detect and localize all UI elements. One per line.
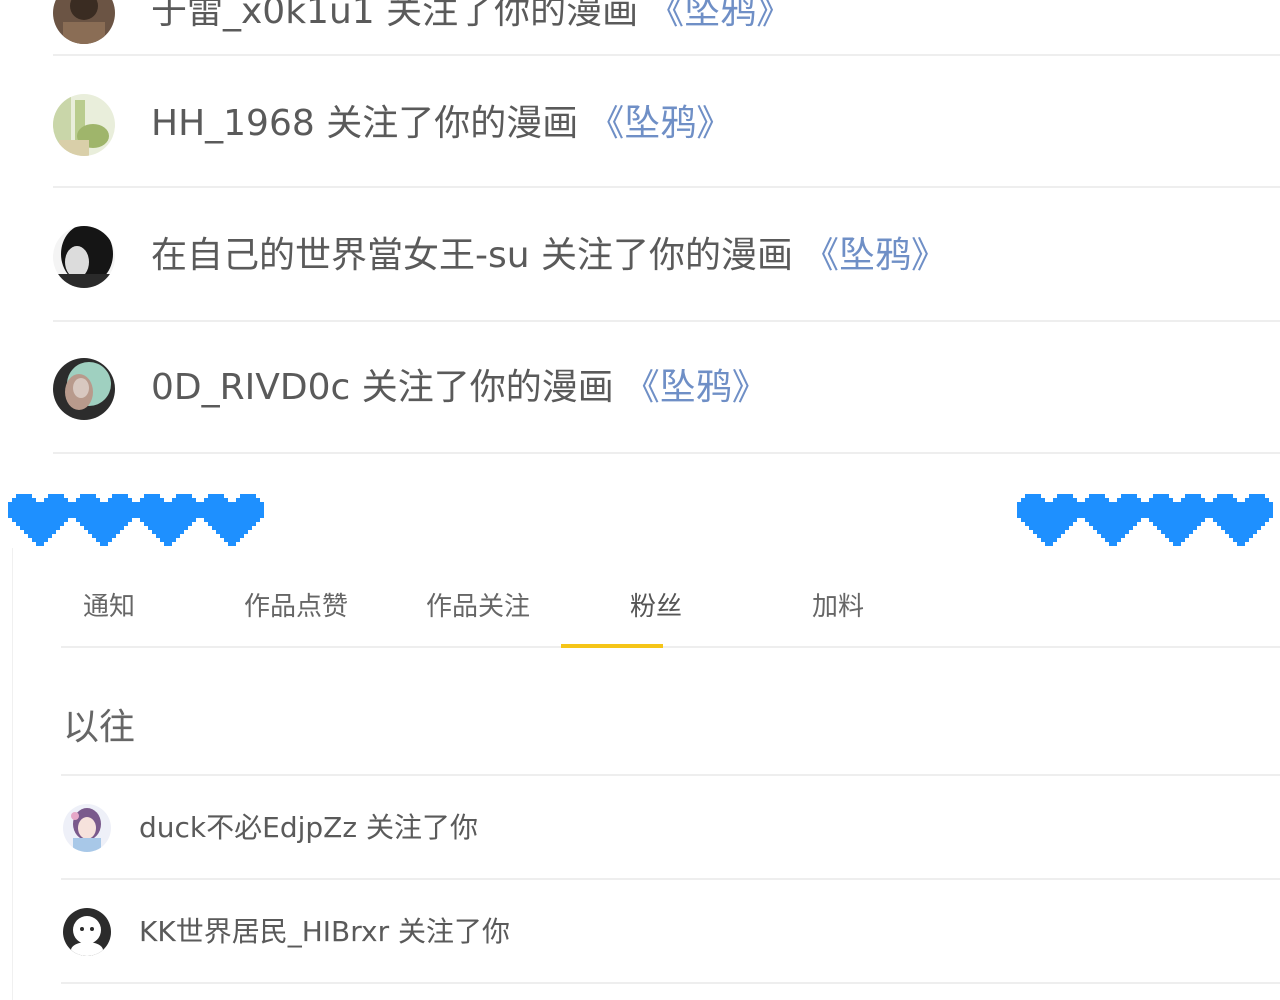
pixel-heart-icon bbox=[72, 494, 136, 546]
notification-text: 0D_RIVD0c 关注了你的漫画 《坠鸦》 bbox=[151, 368, 768, 408]
avatar[interactable] bbox=[53, 358, 115, 420]
action-text: 关注了你的漫画 bbox=[541, 235, 794, 276]
action-text: 关注了你的漫画 bbox=[386, 0, 639, 32]
list-item[interactable]: duck不必EdjpZz 关注了你 bbox=[61, 776, 1280, 880]
username[interactable]: 在自己的世界當女王-su bbox=[151, 235, 530, 276]
avatar[interactable] bbox=[53, 0, 115, 44]
avatar[interactable] bbox=[53, 94, 115, 156]
comic-follow-list: 于雷_x0k1u1 关注了你的漫画 《坠鸦》 HH_1968 关注了你的漫画 《坠鸦… bbox=[0, 0, 1280, 460]
comic-title-link[interactable]: 《坠鸦》 bbox=[624, 367, 768, 408]
tab-work-likes[interactable]: 作品点赞 bbox=[244, 592, 348, 622]
notification-text: 于雷_x0k1u1 关注了你的漫画 《坠鸦》 bbox=[151, 0, 792, 32]
default-avatar-icon[interactable] bbox=[63, 908, 111, 956]
pixel-heart-icon bbox=[1081, 494, 1145, 546]
comic-title-link[interactable]: 《坠鸦》 bbox=[588, 103, 732, 144]
username[interactable]: 于雷_x0k1u1 bbox=[151, 0, 375, 32]
list-item[interactable]: 在自己的世界當女王-su 关注了你的漫画 《坠鸦》 bbox=[53, 190, 1280, 322]
list-item[interactable]: HH_1968 关注了你的漫画 《坠鸦》 bbox=[53, 56, 1280, 188]
tab-fans[interactable]: 粉丝 bbox=[630, 592, 682, 622]
pixel-heart-icon bbox=[1017, 494, 1081, 546]
pixel-heart-icon bbox=[8, 494, 72, 546]
tab-extras[interactable]: 加料 bbox=[812, 592, 864, 622]
avatar[interactable] bbox=[63, 804, 111, 852]
list-item[interactable]: 于雷_x0k1u1 关注了你的漫画 《坠鸦》 bbox=[53, 0, 1280, 56]
tab-bar: 通知 作品点赞 作品关注 粉丝 加料 bbox=[61, 548, 1280, 648]
tab-notifications[interactable]: 通知 bbox=[83, 592, 135, 622]
comic-title-link[interactable]: 《坠鸦》 bbox=[648, 0, 792, 32]
heart-divider-right bbox=[1017, 494, 1273, 546]
action-text: 关注了你的漫画 bbox=[361, 367, 614, 408]
username[interactable]: KK世界居民_HIBrxr bbox=[139, 915, 389, 948]
username[interactable]: HH_1968 bbox=[151, 103, 315, 144]
pixel-heart-icon bbox=[200, 494, 264, 546]
fan-text: duck不必EdjpZz 关注了你 bbox=[139, 812, 478, 844]
notification-text: 在自己的世界當女王-su 关注了你的漫画 《坠鸦》 bbox=[151, 236, 947, 276]
pixel-heart-icon bbox=[136, 494, 200, 546]
username[interactable]: duck不必EdjpZz bbox=[139, 811, 357, 844]
action-text: 关注了你的漫画 bbox=[326, 103, 579, 144]
pixel-heart-icon bbox=[1145, 494, 1209, 546]
heart-divider-left bbox=[8, 494, 264, 546]
list-item[interactable]: KK世界居民_HIBrxr 关注了你 bbox=[61, 880, 1280, 984]
action-text: 关注了你 bbox=[398, 915, 511, 948]
active-tab-indicator bbox=[561, 644, 663, 648]
notification-panel: 通知 作品点赞 作品关注 粉丝 加料 以往 duck不必EdjpZz 关注了你 bbox=[12, 548, 1280, 1000]
avatar[interactable] bbox=[53, 226, 115, 288]
tab-work-follows[interactable]: 作品关注 bbox=[426, 592, 530, 622]
fan-text: KK世界居民_HIBrxr 关注了你 bbox=[139, 916, 510, 948]
section-title: 以往 bbox=[63, 707, 136, 748]
notification-text: HH_1968 关注了你的漫画 《坠鸦》 bbox=[151, 104, 732, 144]
comic-title-link[interactable]: 《坠鸦》 bbox=[803, 235, 947, 276]
username[interactable]: 0D_RIVD0c bbox=[151, 367, 350, 408]
pixel-heart-icon bbox=[1209, 494, 1273, 546]
action-text: 关注了你 bbox=[365, 811, 478, 844]
list-item[interactable]: 0D_RIVD0c 关注了你的漫画 《坠鸦》 bbox=[53, 322, 1280, 454]
